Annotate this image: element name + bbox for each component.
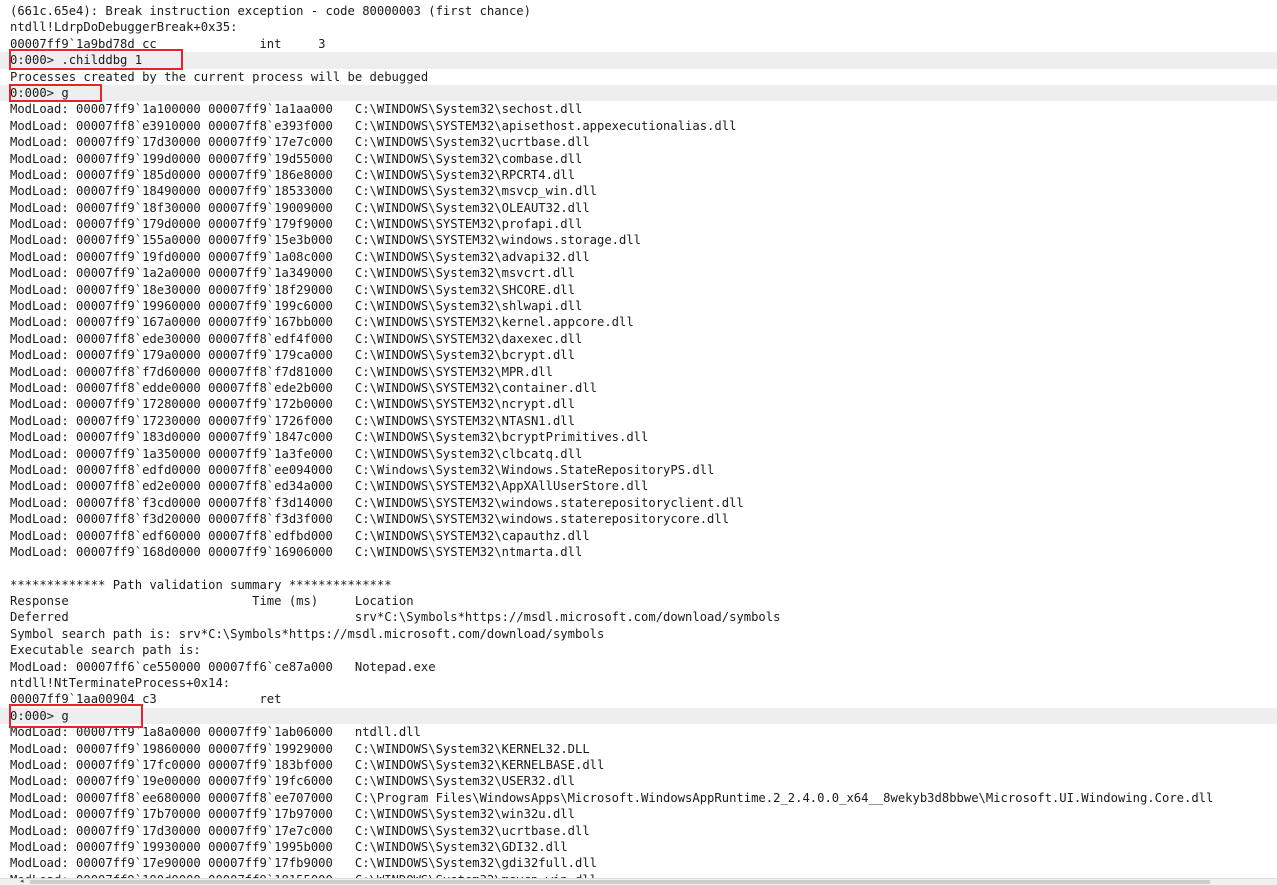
output-line: Deferred srv*C:\Symbols*https://msdl.mic… bbox=[10, 610, 781, 625]
output-line: 00007ff9`1a9bd78d cc int 3 bbox=[10, 36, 326, 51]
output-line: ModLoad: 00007ff9`19930000 00007ff9`1995… bbox=[10, 839, 568, 854]
output-line: ModLoad: 00007ff8`edf60000 00007ff8`edfb… bbox=[10, 528, 590, 543]
output-line: ModLoad: 00007ff8`edde0000 00007ff8`ede2… bbox=[10, 380, 597, 395]
output-line: ModLoad: 00007ff9`155a0000 00007ff9`15e3… bbox=[10, 233, 642, 248]
output-line: ModLoad: 00007ff8`ed2e0000 00007ff8`ed34… bbox=[10, 479, 649, 494]
output-line: ModLoad: 00007ff9`17230000 00007ff9`1726… bbox=[10, 413, 575, 428]
output-line: ModLoad: 00007ff9`17b70000 00007ff9`17b9… bbox=[10, 807, 575, 822]
command-input-line: 0:000> g bbox=[0, 707, 1277, 725]
output-line: Processes created by the current process… bbox=[10, 69, 429, 84]
output-line: ModLoad: 00007ff8`e3910000 00007ff8`e393… bbox=[10, 118, 737, 133]
horizontal-scrollbar[interactable]: ◂ bbox=[0, 878, 1277, 885]
output-line: 00007ff9`1aa00904 c3 ret bbox=[10, 692, 282, 707]
output-line: ************* Path validation summary **… bbox=[10, 577, 392, 592]
output-line: ModLoad: 00007ff9`167a0000 00007ff9`167b… bbox=[10, 315, 634, 330]
command-input-line: 0:000> g bbox=[0, 84, 1277, 102]
output-line: Response Time (ms) Location bbox=[10, 594, 414, 609]
debugger-command-output: (661c.65e4): Break instruction exception… bbox=[0, 0, 1277, 885]
output-line: ModLoad: 00007ff9`17280000 00007ff9`172b… bbox=[10, 397, 575, 412]
output-line: ModLoad: 00007ff9`17d30000 00007ff9`17e7… bbox=[10, 823, 590, 838]
output-line: ModLoad: 00007ff9`19fd0000 00007ff9`1a08… bbox=[10, 249, 590, 264]
output-line: ModLoad: 00007ff8`ee680000 00007ff8`ee70… bbox=[10, 790, 1214, 805]
scrollbar-thumb[interactable] bbox=[30, 880, 1210, 884]
output-line: ModLoad: 00007ff9`18e30000 00007ff9`18f2… bbox=[10, 282, 575, 297]
output-line: ModLoad: 00007ff8`f3cd0000 00007ff8`f3d1… bbox=[10, 495, 744, 510]
output-line: ModLoad: 00007ff9`18f30000 00007ff9`1900… bbox=[10, 200, 590, 215]
output-line: ModLoad: 00007ff9`17d30000 00007ff9`17e7… bbox=[10, 135, 590, 150]
output-line: ModLoad: 00007ff8`edfd0000 00007ff8`ee09… bbox=[10, 462, 715, 477]
scroll-left-arrow-icon[interactable]: ◂ bbox=[20, 878, 24, 885]
output-line: ModLoad: 00007ff9`18490000 00007ff9`1853… bbox=[10, 184, 597, 199]
output-line: ModLoad: 00007ff8`f7d60000 00007ff8`f7d8… bbox=[10, 364, 553, 379]
output-line: Executable search path is: bbox=[10, 643, 201, 658]
output-line: ModLoad: 00007ff6`ce550000 00007ff6`ce87… bbox=[10, 659, 436, 674]
output-line: ModLoad: 00007ff9`199d0000 00007ff9`19d5… bbox=[10, 151, 583, 166]
output-line: ModLoad: 00007ff9`1a2a0000 00007ff9`1a34… bbox=[10, 266, 575, 281]
output-line: ModLoad: 00007ff9`17e90000 00007ff9`17fb… bbox=[10, 856, 597, 871]
output-line: ModLoad: 00007ff9`19860000 00007ff9`1992… bbox=[10, 741, 590, 756]
output-lines: (661c.65e4): Break instruction exception… bbox=[0, 3, 1277, 885]
output-line: ModLoad: 00007ff9`1a8a0000 00007ff9`1ab0… bbox=[10, 725, 421, 740]
output-line: ModLoad: 00007ff9`19e00000 00007ff9`19fc… bbox=[10, 774, 575, 789]
output-line: ModLoad: 00007ff9`17fc0000 00007ff9`183b… bbox=[10, 757, 605, 772]
output-line: ModLoad: 00007ff8`ede30000 00007ff8`edf4… bbox=[10, 331, 583, 346]
output-line: ntdll!LdrpDoDebuggerBreak+0x35: bbox=[10, 20, 238, 35]
command-input-line: 0:000> .childdbg 1 bbox=[0, 52, 1277, 69]
output-line: ntdll!NtTerminateProcess+0x14: bbox=[10, 676, 231, 691]
output-line: ModLoad: 00007ff9`179a0000 00007ff9`179c… bbox=[10, 348, 575, 363]
output-line: ModLoad: 00007ff8`f3d20000 00007ff8`f3d3… bbox=[10, 512, 730, 527]
output-line: ModLoad: 00007ff9`183d0000 00007ff9`1847… bbox=[10, 430, 649, 445]
output-line: ModLoad: 00007ff9`185d0000 00007ff9`186e… bbox=[10, 167, 575, 182]
output-line: ModLoad: 00007ff9`19960000 00007ff9`199c… bbox=[10, 299, 583, 314]
output-line: ModLoad: 00007ff9`1a350000 00007ff9`1a3f… bbox=[10, 446, 583, 461]
output-line: (661c.65e4): Break instruction exception… bbox=[10, 4, 531, 18]
output-line: ModLoad: 00007ff9`1a100000 00007ff9`1a1a… bbox=[10, 102, 583, 117]
output-line: ModLoad: 00007ff9`179d0000 00007ff9`179f… bbox=[10, 217, 583, 232]
output-line: Symbol search path is: srv*C:\Symbols*ht… bbox=[10, 626, 605, 641]
output-line: ModLoad: 00007ff9`168d0000 00007ff9`1690… bbox=[10, 544, 583, 559]
